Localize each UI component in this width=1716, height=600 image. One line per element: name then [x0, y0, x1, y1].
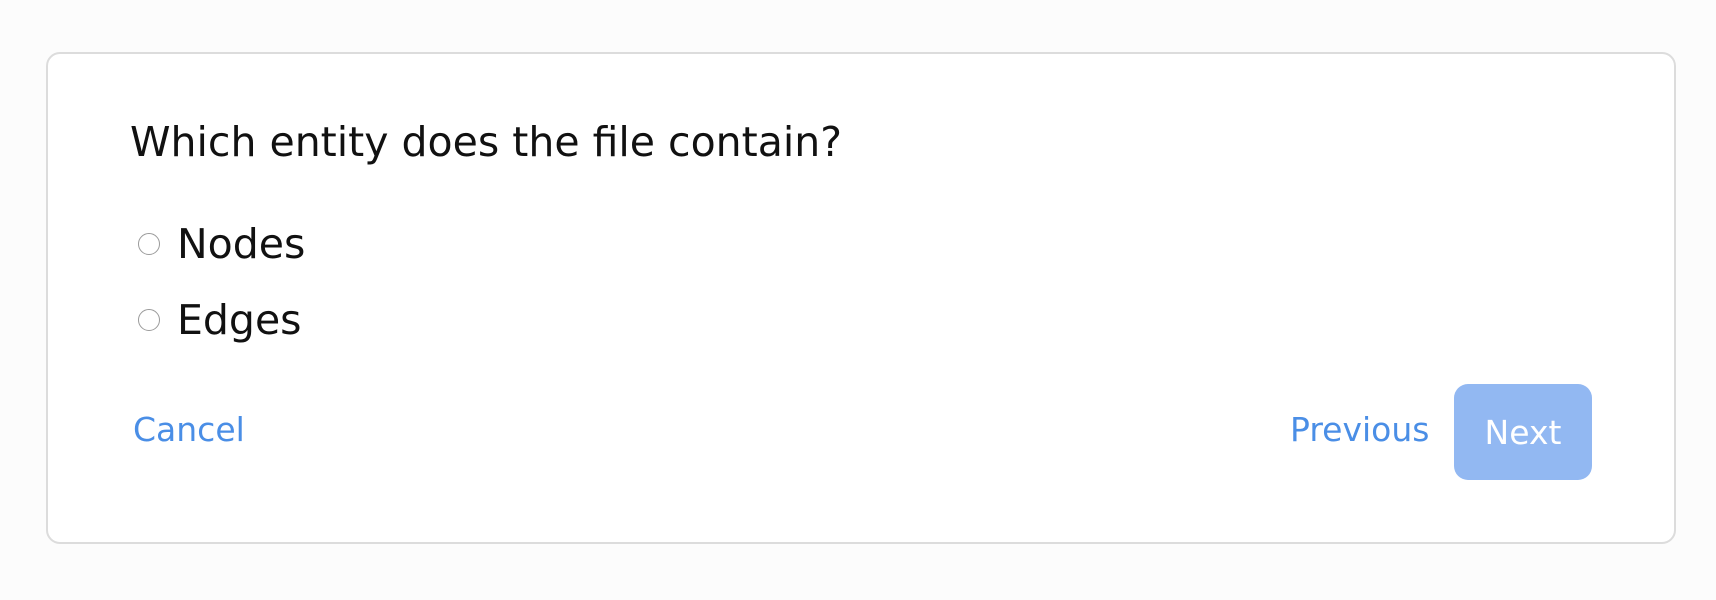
question-heading: Which entity does the file contain?: [130, 118, 842, 166]
previous-button[interactable]: Previous: [1290, 410, 1429, 450]
radio-unchecked-icon[interactable]: [138, 309, 160, 331]
next-button[interactable]: Next: [1454, 384, 1592, 480]
radio-unchecked-icon[interactable]: [138, 233, 160, 255]
cancel-button[interactable]: Cancel: [133, 410, 245, 450]
option-label-nodes: Nodes: [177, 220, 306, 268]
option-label-edges: Edges: [177, 296, 302, 344]
option-edges[interactable]: Edges: [138, 296, 302, 344]
entity-type-dialog: Which entity does the file contain? Node…: [46, 52, 1676, 544]
option-nodes[interactable]: Nodes: [138, 220, 305, 268]
